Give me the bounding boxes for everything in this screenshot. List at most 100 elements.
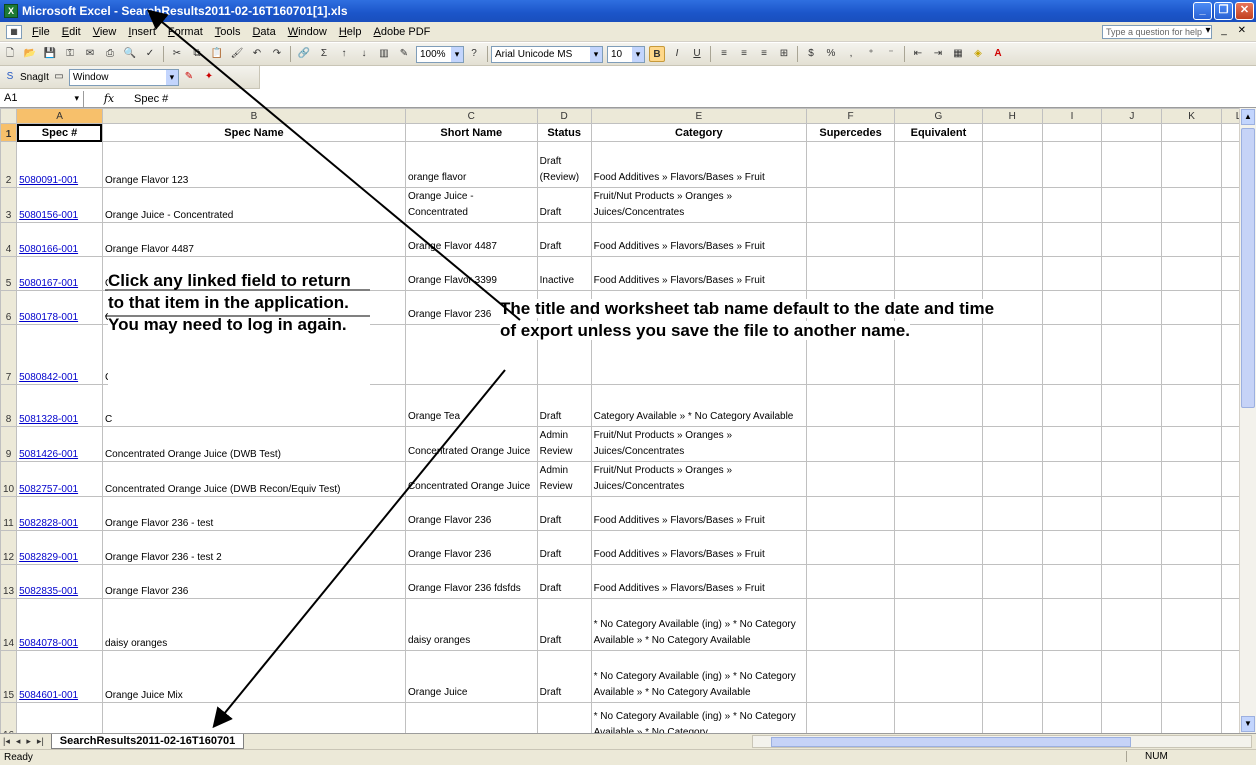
row-header[interactable]: 4 <box>0 222 18 257</box>
cell[interactable] <box>1161 384 1223 427</box>
supercedes-cell[interactable] <box>806 187 895 223</box>
short-name-cell[interactable] <box>404 702 538 733</box>
menu-window[interactable]: Window <box>282 26 333 38</box>
formula-input[interactable]: Spec # <box>134 93 168 105</box>
short-name-cell[interactable]: daisy oranges <box>404 598 538 651</box>
cell[interactable] <box>1041 290 1103 325</box>
row-header[interactable]: 16 <box>0 702 18 733</box>
cut-icon[interactable]: ✂ <box>169 46 185 62</box>
header-status[interactable]: Status <box>536 123 592 142</box>
cell[interactable] <box>1101 496 1163 531</box>
short-name-cell[interactable]: Orange Flavor 236 <box>404 530 538 565</box>
spec-number-link[interactable]: 5082835-001 <box>16 564 103 599</box>
menu-edit[interactable]: Edit <box>56 26 87 38</box>
spec-number-link[interactable]: 5080166-001 <box>16 222 103 257</box>
cell[interactable] <box>981 702 1043 733</box>
equivalent-cell[interactable] <box>894 598 983 651</box>
category-cell[interactable]: Food Additives » Flavors/Bases » Fruit <box>590 564 808 599</box>
equivalent-cell[interactable] <box>894 426 983 462</box>
font-color-icon[interactable]: A <box>990 46 1006 62</box>
cell[interactable] <box>1161 187 1223 223</box>
menu-format[interactable]: Format <box>162 26 209 38</box>
status-cell[interactable]: Draft <box>536 187 592 223</box>
spec-name-cell[interactable]: Concentrated Orange Juice (DWB Recon/Equ… <box>101 461 406 497</box>
status-cell[interactable]: Admin Review <box>536 426 592 462</box>
header-spec-name[interactable]: Spec Name <box>101 123 406 142</box>
currency-icon[interactable]: $ <box>803 46 819 62</box>
equivalent-cell[interactable] <box>894 530 983 565</box>
equivalent-cell[interactable] <box>894 650 983 703</box>
save-icon[interactable]: 💾 <box>42 46 58 62</box>
category-cell[interactable]: Category Available » * No Category Avail… <box>590 384 808 427</box>
col-header-e[interactable]: E <box>590 108 808 124</box>
percent-icon[interactable]: % <box>823 46 839 62</box>
bold-button[interactable]: B <box>649 46 665 62</box>
supercedes-cell[interactable] <box>806 702 895 733</box>
cell[interactable] <box>981 384 1043 427</box>
row-header[interactable]: 8 <box>0 384 18 427</box>
first-sheet-icon[interactable]: |◂ <box>0 736 13 747</box>
cell[interactable] <box>1041 564 1103 599</box>
spec-number-link[interactable]: 5084601-001 <box>16 650 103 703</box>
spec-number-link[interactable]: 5081328-001 <box>16 384 103 427</box>
status-cell[interactable]: Draft <box>536 496 592 531</box>
last-sheet-icon[interactable]: ▸| <box>34 736 47 747</box>
cell[interactable] <box>981 187 1043 223</box>
equivalent-cell[interactable] <box>894 384 983 427</box>
cell[interactable] <box>981 256 1043 291</box>
short-name-cell[interactable]: Orange Flavor 236 fdsfds <box>404 564 538 599</box>
status-cell[interactable]: Admin Review <box>536 461 592 497</box>
cell[interactable] <box>1101 256 1163 291</box>
status-cell[interactable] <box>536 702 592 733</box>
cell[interactable] <box>981 598 1043 651</box>
row-header[interactable]: 2 <box>0 141 18 188</box>
equivalent-cell[interactable] <box>894 702 983 733</box>
cell[interactable] <box>1161 461 1223 497</box>
cell[interactable] <box>981 461 1043 497</box>
snagit-mode-select[interactable]: Window <box>68 68 179 86</box>
cell[interactable] <box>1101 650 1163 703</box>
supercedes-cell[interactable] <box>806 426 895 462</box>
minimize-button[interactable]: _ <box>1193 2 1212 20</box>
cell[interactable] <box>1101 384 1163 427</box>
name-box[interactable]: A1 <box>0 90 84 107</box>
category-cell[interactable]: * No Category Available (ing) » * No Cat… <box>590 702 808 733</box>
sort-descending-icon[interactable]: ↓ <box>356 46 372 62</box>
align-right-icon[interactable]: ≡ <box>756 46 772 62</box>
row-header[interactable]: 5 <box>0 256 18 291</box>
align-left-icon[interactable]: ≡ <box>716 46 732 62</box>
spelling-icon[interactable]: ✓ <box>142 46 158 62</box>
permission-icon[interactable]: ⚿ <box>62 46 78 62</box>
format-painter-icon[interactable]: 🖌 <box>229 46 245 62</box>
cell[interactable] <box>1041 256 1103 291</box>
header-supercedes[interactable]: Supercedes <box>806 123 895 142</box>
equivalent-cell[interactable] <box>894 222 983 257</box>
header-equivalent[interactable]: Equivalent <box>894 123 983 142</box>
category-cell[interactable]: Food Additives » Flavors/Bases » Fruit <box>590 256 808 291</box>
drawing-icon[interactable]: ✎ <box>396 46 412 62</box>
cell[interactable] <box>1161 324 1223 385</box>
status-cell[interactable]: Draft (Review) <box>536 141 592 188</box>
spec-name-cell[interactable]: daisy oranges <box>101 598 406 651</box>
cell[interactable] <box>1161 650 1223 703</box>
cell[interactable] <box>1041 702 1103 733</box>
cell[interactable] <box>1101 290 1163 325</box>
category-cell[interactable]: Food Additives » Flavors/Bases » Fruit <box>590 530 808 565</box>
cell[interactable] <box>1101 461 1163 497</box>
header-short-name[interactable]: Short Name <box>404 123 538 142</box>
menu-data[interactable]: Data <box>246 26 281 38</box>
cell[interactable] <box>1101 324 1163 385</box>
cell[interactable] <box>1041 222 1103 257</box>
equivalent-cell[interactable] <box>894 461 983 497</box>
equivalent-cell[interactable] <box>894 564 983 599</box>
equivalent-cell[interactable] <box>894 256 983 291</box>
snagit-button[interactable]: SnagIt <box>20 72 49 83</box>
short-name-cell[interactable]: Orange Flavor 3399 <box>404 256 538 291</box>
short-name-cell[interactable]: Orange Flavor 4487 <box>404 222 538 257</box>
cell[interactable] <box>1161 530 1223 565</box>
equivalent-cell[interactable] <box>894 496 983 531</box>
status-cell[interactable]: Draft <box>536 530 592 565</box>
align-center-icon[interactable]: ≡ <box>736 46 752 62</box>
spec-name-cell[interactable]: Orange Juice Mix <box>101 650 406 703</box>
cell[interactable] <box>1041 324 1103 385</box>
